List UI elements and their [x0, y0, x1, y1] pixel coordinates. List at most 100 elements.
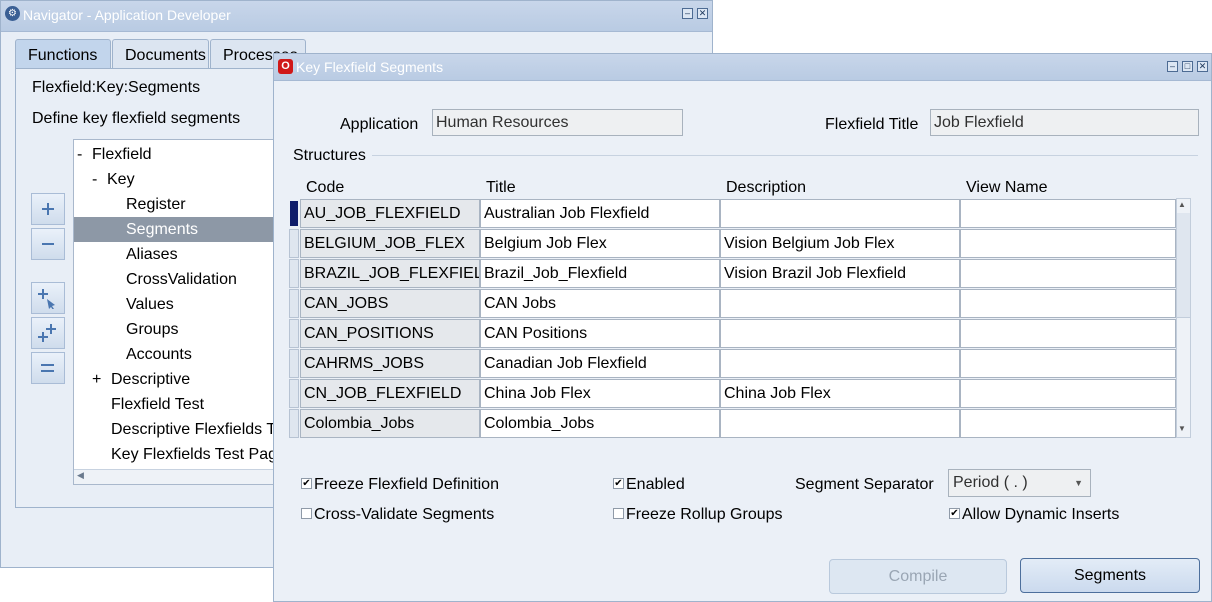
view-name-cell[interactable]: [960, 259, 1176, 288]
close-icon[interactable]: ✕: [697, 8, 708, 19]
description-cell[interactable]: [720, 409, 960, 438]
chevron-down-icon: ▼: [1074, 478, 1083, 488]
description-cell[interactable]: [720, 289, 960, 318]
collapse-toggle[interactable]: -: [92, 167, 97, 192]
freeze-rollup-checkbox[interactable]: [613, 508, 624, 519]
code-cell[interactable]: AU_JOB_FLEXFIELD: [300, 199, 480, 228]
minimize-icon[interactable]: –: [682, 8, 693, 19]
tree-item-flexfield[interactable]: - Flexfield: [74, 142, 282, 167]
scrollbar-thumb[interactable]: [1177, 213, 1190, 318]
kf-titlebar[interactable]: O Key Flexfield Segments – □ ✕: [274, 54, 1211, 81]
row-selector[interactable]: [289, 349, 299, 378]
expand-branch-button[interactable]: [31, 282, 65, 314]
enabled-checkbox[interactable]: ✔: [613, 478, 624, 489]
plus-button[interactable]: [31, 193, 65, 225]
compile-button[interactable]: Compile: [829, 559, 1007, 594]
tree-item-label: CrossValidation: [126, 271, 237, 288]
description-cell[interactable]: [720, 349, 960, 378]
tree-item-values[interactable]: Values: [74, 292, 282, 317]
view-name-cell[interactable]: [960, 379, 1176, 408]
application-field[interactable]: Human Resources: [432, 109, 683, 136]
tab-documents[interactable]: Documents: [112, 39, 209, 68]
scroll-down-icon[interactable]: ▼: [1178, 424, 1186, 433]
tree-item-key-test[interactable]: Key Flexfields Test Page: [74, 442, 282, 467]
title-cell[interactable]: China Job Flex: [480, 379, 720, 408]
tree-item-key[interactable]: - Key: [74, 167, 282, 192]
code-cell[interactable]: BRAZIL_JOB_FLEXFIELD: [300, 259, 480, 288]
view-name-cell[interactable]: [960, 199, 1176, 228]
tree-item-crossvalidation[interactable]: CrossValidation: [74, 267, 282, 292]
tree-item-label: Values: [126, 296, 174, 313]
flexfield-title-field[interactable]: Job Flexfield: [930, 109, 1199, 136]
collapse-toggle[interactable]: -: [77, 142, 82, 167]
scroll-left-icon[interactable]: ◀: [77, 470, 84, 481]
row-selector[interactable]: [289, 229, 299, 258]
view-name-cell[interactable]: [960, 409, 1176, 438]
view-name-cell[interactable]: [960, 349, 1176, 378]
column-header-view-name: View Name: [966, 179, 1048, 196]
close-icon[interactable]: ✕: [1197, 61, 1208, 72]
scroll-up-icon[interactable]: ▲: [1178, 200, 1186, 209]
tree-item-descriptive[interactable]: + Descriptive: [74, 367, 282, 392]
row-selector[interactable]: [289, 289, 299, 318]
structures-divider: [372, 155, 1198, 156]
title-cell[interactable]: Colombia_Jobs: [480, 409, 720, 438]
description-cell[interactable]: Vision Brazil Job Flexfield: [720, 259, 960, 288]
cross-validate-checkbox[interactable]: [301, 508, 312, 519]
segment-separator-select[interactable]: Period ( . ) ▼: [948, 469, 1091, 497]
kf-title: Key Flexfield Segments: [296, 59, 444, 75]
description-cell[interactable]: [720, 319, 960, 348]
minus-icon: [42, 243, 54, 245]
minus-button[interactable]: [31, 228, 65, 260]
table-vertical-scrollbar[interactable]: ▲ ▼: [1176, 198, 1191, 438]
code-cell[interactable]: Colombia_Jobs: [300, 409, 480, 438]
navigator-titlebar[interactable]: ⚙ Navigator - Application Developer – ✕: [1, 1, 712, 32]
title-cell[interactable]: Canadian Job Flexfield: [480, 349, 720, 378]
tree-item-descriptive-test[interactable]: Descriptive Flexfields Test Page: [74, 417, 282, 442]
title-cell[interactable]: CAN Jobs: [480, 289, 720, 318]
view-name-cell[interactable]: [960, 229, 1176, 258]
code-cell[interactable]: CAHRMS_JOBS: [300, 349, 480, 378]
collapse-all-button[interactable]: [31, 352, 65, 384]
row-selector[interactable]: [289, 409, 299, 438]
title-cell[interactable]: Brazil_Job_Flexfield: [480, 259, 720, 288]
view-name-cell[interactable]: [960, 319, 1176, 348]
tree-item-segments[interactable]: Segments: [74, 217, 282, 242]
title-cell[interactable]: CAN Positions: [480, 319, 720, 348]
code-cell[interactable]: BELGIUM_JOB_FLEX: [300, 229, 480, 258]
maximize-icon[interactable]: □: [1182, 61, 1193, 72]
row-selector[interactable]: [289, 259, 299, 288]
expand-toggle[interactable]: +: [92, 367, 101, 392]
description-cell[interactable]: Vision Belgium Job Flex: [720, 229, 960, 258]
tree-item-flexfield-test[interactable]: Flexfield Test: [74, 392, 282, 417]
structures-label: Structures: [293, 147, 366, 164]
tree-item-register[interactable]: Register: [74, 192, 282, 217]
tab-functions[interactable]: Functions: [15, 39, 111, 69]
minimize-icon[interactable]: –: [1167, 61, 1178, 72]
expand-all-button[interactable]: [31, 317, 65, 349]
row-selector[interactable]: [289, 379, 299, 408]
row-selector[interactable]: [290, 201, 298, 226]
freeze-definition-checkbox[interactable]: ✔: [301, 478, 312, 489]
collapse-all-icon: [41, 364, 54, 372]
description-cell[interactable]: China Job Flex: [720, 379, 960, 408]
title-cell[interactable]: Belgium Job Flex: [480, 229, 720, 258]
row-selector[interactable]: [289, 319, 299, 348]
code-cell[interactable]: CAN_JOBS: [300, 289, 480, 318]
allow-dynamic-checkbox[interactable]: ✔: [949, 508, 960, 519]
tree-horizontal-scrollbar[interactable]: ◀: [74, 469, 282, 484]
tree-item-label: Flexfield: [92, 146, 152, 163]
expand-all-icon: [38, 324, 56, 342]
segments-button[interactable]: Segments: [1020, 558, 1200, 593]
enabled-label: Enabled: [626, 476, 685, 493]
code-cell[interactable]: CN_JOB_FLEXFIELD: [300, 379, 480, 408]
code-cell[interactable]: CAN_POSITIONS: [300, 319, 480, 348]
tree-item-groups[interactable]: Groups: [74, 317, 282, 342]
description-cell[interactable]: [720, 199, 960, 228]
tree-item-accounts[interactable]: Accounts: [74, 342, 282, 367]
column-header-description: Description: [726, 179, 807, 196]
title-cell[interactable]: Australian Job Flexfield: [480, 199, 720, 228]
freeze-definition-label: Freeze Flexfield Definition: [314, 476, 499, 493]
view-name-cell[interactable]: [960, 289, 1176, 318]
tree-item-aliases[interactable]: Aliases: [74, 242, 282, 267]
